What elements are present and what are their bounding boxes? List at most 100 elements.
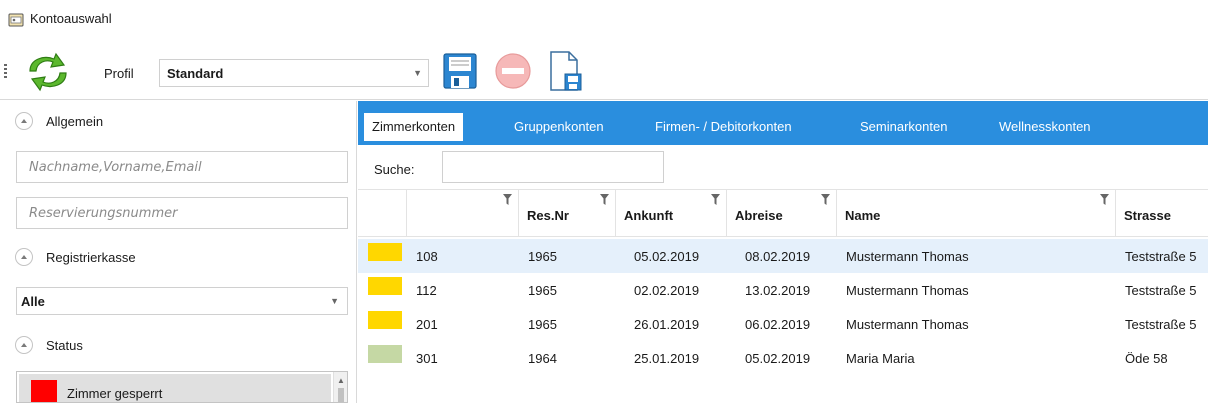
search-row: Suche: — [358, 145, 1208, 187]
save-button[interactable] — [440, 48, 480, 94]
cell-resnr: 1965 — [528, 317, 557, 332]
cell-resnr: 1965 — [528, 249, 557, 264]
row-color-swatch — [368, 345, 402, 363]
refresh-icon — [29, 52, 67, 92]
main-panel: Zimmerkonten Gruppenkonten Firmen- / Deb… — [358, 101, 1208, 403]
column-strasse[interactable]: Strasse — [1116, 190, 1208, 236]
title-bar: Kontoauswahl — [0, 0, 1208, 40]
section-allgemein: Allgemein — [0, 101, 357, 139]
section-registrierkasse: Registrierkasse — [0, 237, 357, 275]
export-button[interactable] — [545, 48, 585, 94]
row-color-swatch — [368, 277, 402, 295]
tab-seminarkonten[interactable]: Seminarkonten — [852, 113, 955, 141]
tab-firmen-debitorkonten[interactable]: Firmen- / Debitorkonten — [647, 113, 800, 141]
cell-strasse: Teststraße 5 — [1125, 317, 1197, 332]
cell-abreise: 13.02.2019 — [745, 283, 811, 298]
column-resnr[interactable]: Res.Nr — [519, 190, 616, 236]
collapse-registrierkasse-icon[interactable] — [15, 248, 33, 266]
chevron-down-icon: ▼ — [330, 296, 339, 306]
cell-name: Mustermann Thomas — [846, 317, 969, 332]
search-label: Suche: — [374, 162, 415, 177]
name-search-input[interactable] — [17, 152, 347, 182]
status-color-swatch — [31, 380, 57, 402]
tab-wellnesskonten[interactable]: Wellnesskonten — [991, 113, 1099, 141]
column-abreise-label: Abreise — [735, 208, 783, 223]
scroll-thumb[interactable] — [338, 388, 344, 402]
status-list: Zimmer gesperrt ▲ — [16, 371, 348, 403]
column-ankunft[interactable]: Ankunft — [616, 190, 727, 236]
cell-zimmer: 108 — [416, 249, 438, 264]
tab-zimmerkonten[interactable]: Zimmerkonten — [364, 113, 464, 141]
status-scrollbar[interactable]: ▲ — [333, 372, 347, 402]
window-title: Kontoauswahl — [30, 11, 112, 26]
toolbar: Profil Standard ▼ — [0, 40, 1208, 100]
cell-strasse: Teststraße 5 — [1125, 249, 1197, 264]
remove-button[interactable] — [493, 48, 533, 94]
filter-panel: Allgemein Registrierkasse Alle ▼ Status … — [0, 101, 357, 403]
column-resnr-label: Res.Nr — [527, 208, 569, 223]
row-color-swatch — [368, 243, 402, 261]
chevron-down-icon: ▼ — [413, 68, 422, 78]
cell-name: Mustermann Thomas — [846, 249, 969, 264]
column-zimmer[interactable] — [407, 190, 519, 236]
filter-icon[interactable] — [1100, 194, 1109, 205]
profil-value: Standard — [167, 66, 224, 81]
cell-zimmer: 301 — [416, 351, 438, 366]
toolbar-grip[interactable] — [4, 64, 7, 78]
scroll-up-icon[interactable]: ▲ — [337, 376, 345, 385]
column-ankunft-label: Ankunft — [624, 208, 674, 223]
cell-resnr: 1965 — [528, 283, 557, 298]
remove-icon — [495, 53, 531, 89]
cell-name: Mustermann Thomas — [846, 283, 969, 298]
filter-icon[interactable] — [821, 194, 830, 205]
status-item[interactable]: Zimmer gesperrt — [19, 374, 331, 402]
table-row[interactable]: 201 1965 26.01.2019 06.02.2019 Musterman… — [358, 307, 1208, 341]
column-color[interactable] — [358, 190, 407, 236]
cell-strasse: Teststraße 5 — [1125, 283, 1197, 298]
cell-ankunft: 26.01.2019 — [634, 317, 700, 332]
cell-name: Maria Maria — [846, 351, 915, 366]
row-color-swatch — [368, 311, 402, 329]
filter-icon[interactable] — [711, 194, 720, 205]
save-icon — [443, 53, 477, 89]
table-row[interactable]: 301 1964 25.01.2019 05.02.2019 Maria Mar… — [358, 341, 1208, 375]
section-status-label: Status — [46, 338, 83, 353]
collapse-status-icon[interactable] — [15, 336, 33, 354]
table-row[interactable]: 108 1965 05.02.2019 08.02.2019 Musterman… — [358, 239, 1208, 273]
section-registrierkasse-label: Registrierkasse — [46, 250, 136, 265]
cell-abreise: 06.02.2019 — [745, 317, 811, 332]
tab-gruppenkonten[interactable]: Gruppenkonten — [506, 113, 612, 141]
name-search-field — [16, 151, 348, 183]
filter-icon[interactable] — [503, 194, 512, 205]
cell-ankunft: 02.02.2019 — [634, 283, 700, 298]
export-icon — [550, 51, 582, 91]
refresh-button[interactable] — [22, 51, 74, 93]
cell-zimmer: 201 — [416, 317, 438, 332]
collapse-allgemein-icon[interactable] — [15, 112, 33, 130]
status-item-label: Zimmer gesperrt — [67, 386, 163, 401]
profil-label: Profil — [104, 66, 134, 81]
cell-strasse: Öde 58 — [1125, 351, 1168, 366]
reservation-input[interactable] — [17, 198, 347, 228]
table-row[interactable]: 112 1965 02.02.2019 13.02.2019 Musterman… — [358, 273, 1208, 307]
column-name[interactable]: Name — [837, 190, 1116, 236]
column-abreise[interactable]: Abreise — [727, 190, 837, 236]
kasse-select[interactable]: Alle ▼ — [16, 287, 348, 315]
search-input[interactable] — [443, 152, 663, 182]
column-strasse-label: Strasse — [1124, 208, 1171, 223]
reservation-field — [16, 197, 348, 229]
section-status: Status — [0, 325, 357, 363]
filter-icon[interactable] — [600, 194, 609, 205]
accounts-table: Res.Nr Ankunft Abreise Name Strasse 108 — [358, 189, 1208, 403]
table-header: Res.Nr Ankunft Abreise Name Strasse — [358, 189, 1208, 237]
profil-select[interactable]: Standard ▼ — [159, 59, 429, 87]
cell-ankunft: 05.02.2019 — [634, 249, 700, 264]
search-field — [442, 151, 664, 183]
column-name-label: Name — [845, 208, 881, 223]
cell-ankunft: 25.01.2019 — [634, 351, 700, 366]
kasse-value: Alle — [21, 294, 45, 309]
app-icon — [8, 12, 24, 28]
cell-abreise: 08.02.2019 — [745, 249, 811, 264]
cell-resnr: 1964 — [528, 351, 557, 366]
cell-zimmer: 112 — [416, 283, 437, 298]
